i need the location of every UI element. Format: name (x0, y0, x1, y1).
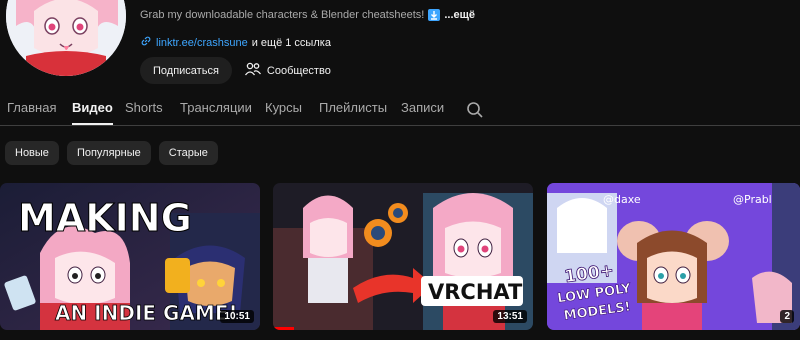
channel-avatar[interactable] (6, 0, 126, 76)
video-duration: 13:51 (493, 310, 527, 323)
chip-oldest[interactable]: Старые (158, 141, 218, 165)
tab-shorts[interactable]: Shorts (125, 100, 163, 115)
community-button[interactable]: Сообщество (244, 61, 331, 80)
video-thumbnail[interactable]: VRCHAT (273, 183, 533, 330)
link-icon (140, 35, 152, 50)
tabs-divider (0, 125, 800, 126)
video-duration: 2 (780, 310, 794, 323)
chip-popular[interactable]: Популярные (66, 141, 151, 165)
description-text: Grab my downloadable characters & Blende… (140, 9, 425, 21)
channel-description[interactable]: Grab my downloadable characters & Blende… (140, 9, 475, 21)
thumb-text-handle-prabl: @Prabl (733, 193, 772, 206)
video-thumbnail[interactable]: MAKING AN INDIE GAME! (0, 183, 260, 330)
tab-videos[interactable]: Видео (72, 100, 113, 125)
subscribe-button[interactable]: Подписаться (140, 57, 232, 84)
thumb-text-making: MAKING (18, 196, 192, 240)
community-label: Сообщество (266, 64, 331, 77)
watch-progress (273, 327, 294, 330)
people-icon (244, 61, 262, 80)
tab-courses[interactable]: Курсы (265, 100, 302, 115)
thumb-text-indie: AN INDIE GAME! (55, 301, 238, 325)
thumb-text-handle-daxe: @daxe (603, 193, 641, 206)
video-duration: 10:51 (220, 310, 254, 323)
thumb-text-vrchat: VRCHAT (428, 280, 523, 304)
video-card[interactable]: MAKING AN INDIE GAME! 10:51 (0, 183, 260, 330)
channel-actions: Подписаться Сообщество (140, 57, 331, 84)
video-card[interactable]: @daxe @Prabl 100+ LOW POLY MODELS! 2 (547, 183, 800, 330)
more-links-text[interactable]: и ещё 1 ссылка (252, 37, 331, 49)
video-card[interactable]: VRCHAT 13:51 (273, 183, 533, 330)
channel-links[interactable]: linktr.ee/crashsune и ещё 1 ссылка (140, 35, 331, 50)
channel-link[interactable]: linktr.ee/crashsune (156, 37, 248, 49)
tab-posts[interactable]: Записи (401, 100, 444, 115)
tab-live[interactable]: Трансляции (180, 100, 252, 115)
channel-tabs: Главная Видео Shorts Трансляции Курсы Пл… (0, 100, 800, 125)
tab-playlists[interactable]: Плейлисты (319, 100, 387, 115)
video-thumbnail[interactable]: @daxe @Prabl 100+ LOW POLY MODELS! (547, 183, 800, 330)
search-icon[interactable] (466, 101, 484, 124)
tab-home[interactable]: Главная (7, 100, 56, 115)
description-more[interactable]: ...ещё (444, 9, 475, 21)
chip-newest[interactable]: Новые (5, 141, 59, 165)
download-box-icon (428, 9, 441, 21)
sort-chips: Новые Популярные Старые (5, 141, 218, 165)
